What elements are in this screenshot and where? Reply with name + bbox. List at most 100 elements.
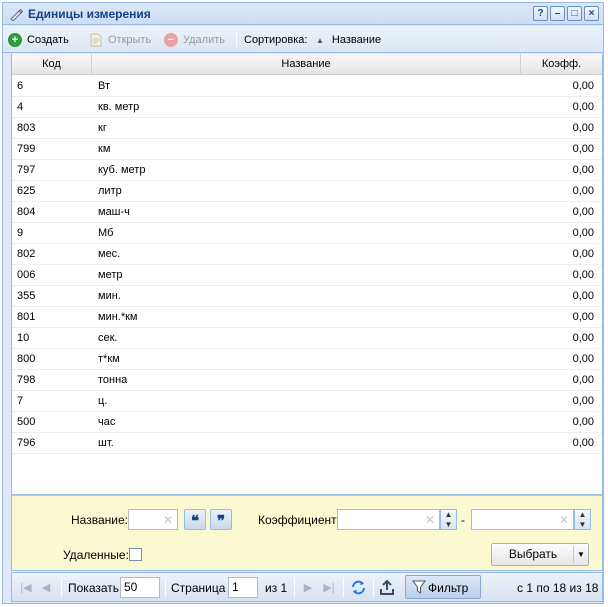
page-number-input[interactable]: 1 xyxy=(228,577,258,598)
cell-coef: 0,00 xyxy=(572,269,594,281)
table-row[interactable]: 355 мин. 0,00 xyxy=(12,286,602,307)
pager-separator xyxy=(294,578,295,597)
cell-code: 006 xyxy=(17,269,36,281)
quote-close-button[interactable]: ❞ xyxy=(210,509,232,530)
table-row[interactable]: 9 Мб 0,00 xyxy=(12,223,602,244)
close-button[interactable]: × xyxy=(584,6,599,21)
pager-separator xyxy=(61,578,62,597)
cell-name: мин.*км xyxy=(98,311,138,323)
coef-from-input[interactable]: ✕ xyxy=(337,509,440,530)
filter-deleted-label: Удаленные: xyxy=(63,548,129,562)
table-row[interactable]: 803 кг 0,00 xyxy=(12,118,602,139)
open-button[interactable]: Открыть xyxy=(89,32,151,48)
table-row[interactable]: 6 Вт 0,00 xyxy=(12,76,602,97)
cell-coef: 0,00 xyxy=(572,185,594,197)
table-row[interactable]: 797 куб. метр 0,00 xyxy=(12,160,602,181)
table-row[interactable]: 802 мес. 0,00 xyxy=(12,244,602,265)
cell-coef: 0,00 xyxy=(572,80,594,92)
page-size-input[interactable]: 50 xyxy=(120,577,160,598)
plus-icon: + xyxy=(8,33,22,47)
table-row[interactable]: 801 мин.*км 0,00 xyxy=(12,307,602,328)
table-row[interactable]: 500 час 0,00 xyxy=(12,412,602,433)
cell-name: куб. метр xyxy=(98,164,146,176)
table-row[interactable]: 804 маш-ч 0,00 xyxy=(12,202,602,223)
filter-coef-label: Коэффициент: xyxy=(258,513,340,527)
cell-coef: 0,00 xyxy=(572,332,594,344)
toolbar: + Создать Открыть − Удалить Сортировка: … xyxy=(3,26,603,53)
column-header-code[interactable]: Код xyxy=(12,54,92,75)
select-split-button[interactable]: Выбрать ▼ xyxy=(491,543,589,566)
document-icon xyxy=(90,33,102,47)
spin-down-icon[interactable]: ▼ xyxy=(441,520,456,530)
cell-code: 625 xyxy=(17,185,36,197)
delete-button[interactable]: − Удалить xyxy=(164,32,225,48)
minimize-button[interactable]: – xyxy=(550,6,565,21)
filter-name-label: Название: xyxy=(71,513,128,527)
spin-up-icon[interactable]: ▲ xyxy=(441,510,456,520)
cell-code: 799 xyxy=(17,143,36,155)
cell-coef: 0,00 xyxy=(572,395,594,407)
export-icon[interactable] xyxy=(379,579,395,596)
cell-code: 500 xyxy=(17,416,36,428)
table-row[interactable]: 10 сек. 0,00 xyxy=(12,328,602,349)
table-row[interactable]: 625 литр 0,00 xyxy=(12,181,602,202)
filter-button[interactable]: Фильтр xyxy=(405,575,481,599)
table-row[interactable]: 006 метр 0,00 xyxy=(12,265,602,286)
spin-up-icon[interactable]: ▲ xyxy=(575,510,590,520)
clear-icon[interactable]: ✕ xyxy=(163,513,173,527)
cell-code: 801 xyxy=(17,311,36,323)
quote-open-button[interactable]: ❝ xyxy=(184,509,206,530)
clear-icon[interactable]: ✕ xyxy=(559,513,569,527)
table-row[interactable]: 798 тонна 0,00 xyxy=(12,370,602,391)
cell-name: час xyxy=(98,416,116,428)
deleted-checkbox[interactable] xyxy=(129,548,142,561)
coef-range-dash: - xyxy=(461,513,465,527)
cell-code: 355 xyxy=(17,290,36,302)
funnel-icon xyxy=(412,580,426,594)
cell-code: 803 xyxy=(17,122,36,134)
first-page-icon[interactable]: |◀ xyxy=(18,580,34,596)
cell-code: 7 xyxy=(17,395,24,407)
last-page-icon[interactable]: ▶| xyxy=(321,580,337,596)
cell-coef: 0,00 xyxy=(572,290,594,302)
grid-header: Код Название Коэфф. xyxy=(12,54,602,75)
cell-coef: 0,00 xyxy=(572,374,594,386)
column-header-name[interactable]: Название xyxy=(92,54,521,75)
maximize-button[interactable]: □ xyxy=(567,6,582,21)
next-page-icon[interactable]: ▶ xyxy=(300,580,316,596)
coef-to-spinner[interactable]: ▲ ▼ xyxy=(574,509,591,530)
pager-separator xyxy=(165,578,166,597)
chevron-down-icon[interactable]: ▼ xyxy=(573,546,588,563)
refresh-icon[interactable] xyxy=(350,579,367,596)
cell-code: 804 xyxy=(17,206,36,218)
window-titlebar[interactable]: Единицы измерения ? – □ × xyxy=(3,3,603,25)
clear-icon[interactable]: ✕ xyxy=(425,513,435,527)
cell-coef: 0,00 xyxy=(572,227,594,239)
sort-field-button[interactable]: ▲ Название xyxy=(316,32,381,48)
table-row[interactable]: 4 кв. метр 0,00 xyxy=(12,97,602,118)
cell-name: мин. xyxy=(98,290,121,302)
create-button[interactable]: + Создать xyxy=(8,32,69,48)
sort-asc-icon: ▲ xyxy=(316,35,324,45)
pager-separator xyxy=(373,578,374,597)
window-title: Единицы измерения xyxy=(28,7,151,21)
cell-coef: 0,00 xyxy=(572,206,594,218)
table-row[interactable]: 799 км 0,00 xyxy=(12,139,602,160)
page-count-label: из 1 xyxy=(265,581,288,595)
help-button[interactable]: ? xyxy=(533,6,548,21)
cell-coef: 0,00 xyxy=(572,437,594,449)
column-header-coef[interactable]: Коэфф. xyxy=(521,54,602,75)
table-row[interactable]: 7 ц. 0,00 xyxy=(12,391,602,412)
cell-name: т*км xyxy=(98,353,120,365)
spin-down-icon[interactable]: ▼ xyxy=(575,520,590,530)
coef-to-input[interactable]: ✕ xyxy=(471,509,574,530)
filter-name-input[interactable]: ✕ xyxy=(128,509,178,530)
sort-field-label: Название xyxy=(331,34,382,46)
cell-coef: 0,00 xyxy=(572,143,594,155)
prev-page-icon[interactable]: ◀ xyxy=(38,580,54,596)
coef-from-spinner[interactable]: ▲ ▼ xyxy=(440,509,457,530)
table-row[interactable]: 796 шт. 0,00 xyxy=(12,433,602,454)
select-label: Выбрать xyxy=(508,547,558,561)
cell-code: 800 xyxy=(17,353,36,365)
table-row[interactable]: 800 т*км 0,00 xyxy=(12,349,602,370)
